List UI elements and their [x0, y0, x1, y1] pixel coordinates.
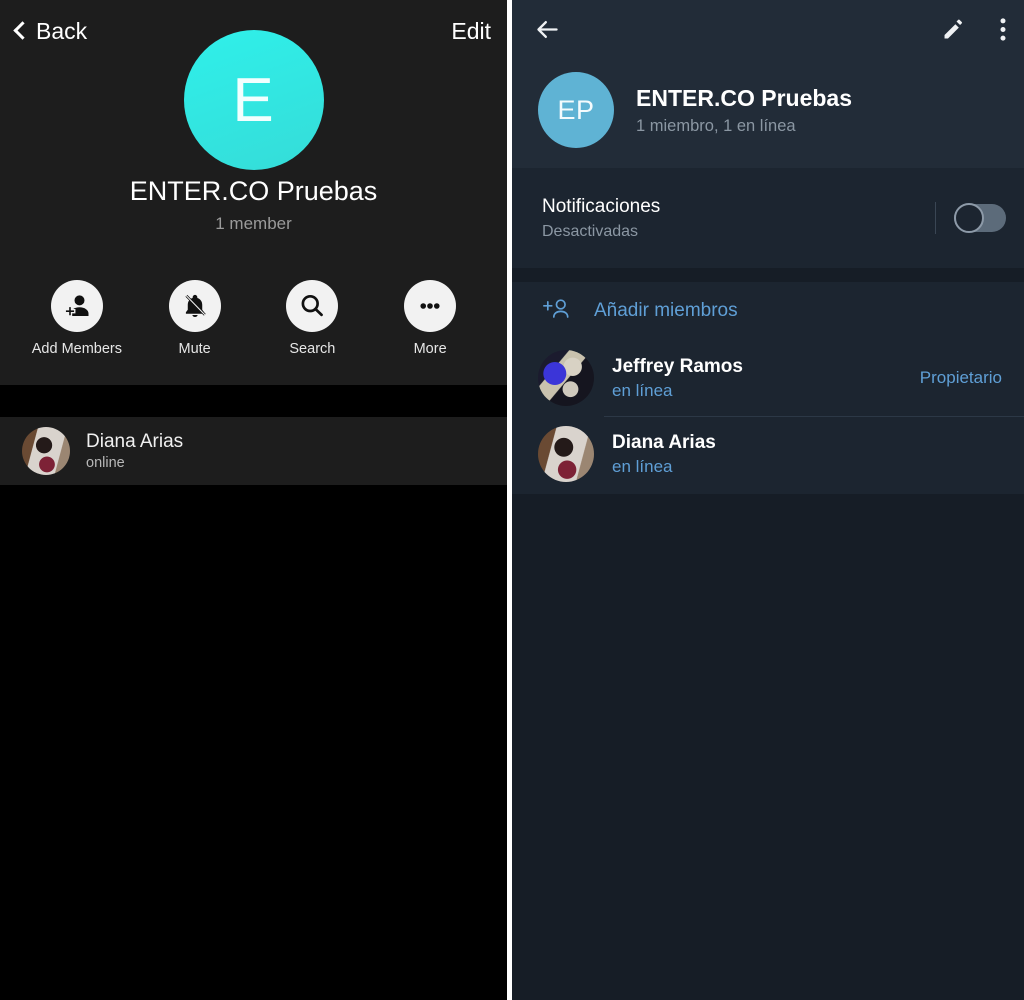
- notifications-row[interactable]: Notificaciones Desactivadas: [512, 168, 1024, 268]
- action-mute-label: Mute: [178, 341, 211, 357]
- left-section-gap: [0, 385, 507, 417]
- arrow-left-icon[interactable]: [534, 16, 561, 43]
- avatar: [22, 427, 70, 475]
- more-vertical-icon[interactable]: [1000, 17, 1006, 42]
- right-panel-group-info: EP ENTER.CO Pruebas 1 miembro, 1 en líne…: [512, 0, 1024, 1000]
- group-member-count: 1 miembro, 1 en línea: [636, 116, 796, 135]
- table-row[interactable]: Diana Arias en línea: [512, 416, 1024, 492]
- add-members-button[interactable]: Añadir miembros: [512, 282, 1024, 340]
- bell-slash-icon: [168, 280, 221, 332]
- ellipsis-icon: [404, 280, 457, 332]
- add-person-icon: [50, 280, 103, 332]
- avatar: [538, 426, 594, 482]
- right-section-gap: [512, 268, 1024, 282]
- member-texts: Jeffrey Ramos en línea: [612, 356, 902, 401]
- right-group-texts: ENTER.CO Pruebas 1 miembro, 1 en línea: [636, 85, 852, 136]
- group-avatar-initials: EP: [557, 94, 595, 125]
- right-topbar: [512, 0, 1024, 58]
- action-mute[interactable]: Mute: [152, 280, 238, 357]
- members-section: Añadir miembros Jeffrey Ramos en línea P…: [512, 282, 1024, 494]
- page-title: ENTER.CO Pruebas: [636, 84, 852, 111]
- notifications-texts: Notificaciones Desactivadas: [512, 196, 660, 241]
- left-action-bar: Add Members Mute Search More: [0, 280, 507, 357]
- action-more-label: More: [413, 341, 447, 357]
- action-search[interactable]: Search: [269, 280, 355, 357]
- notifications-label: Notificaciones: [542, 195, 661, 217]
- member-name: Diana Arias: [612, 431, 716, 453]
- right-topbar-actions: [941, 17, 1006, 42]
- avatar: [538, 350, 594, 406]
- action-add-members-label: Add Members: [31, 341, 123, 357]
- left-hero-section: Back Edit E ENTER.CO Pruebas 1 member Ad…: [0, 0, 507, 385]
- table-row[interactable]: Jeffrey Ramos en línea Propietario: [512, 340, 1024, 416]
- member-status: en línea: [612, 380, 673, 400]
- chevron-left-icon: [13, 21, 32, 40]
- pencil-icon[interactable]: [941, 17, 966, 42]
- group-avatar-initial: E: [232, 65, 275, 135]
- member-texts: Diana Arias en línea: [612, 432, 984, 477]
- edit-button[interactable]: Edit: [451, 18, 491, 45]
- action-search-label: Search: [289, 341, 336, 357]
- notifications-toggle[interactable]: [954, 203, 1006, 233]
- list-item-status: online: [86, 455, 125, 471]
- search-icon: [286, 280, 339, 332]
- right-header: EP ENTER.CO Pruebas 1 miembro, 1 en líne…: [512, 0, 1024, 168]
- left-panel-group-info: Back Edit E ENTER.CO Pruebas 1 member Ad…: [0, 0, 507, 1000]
- list-item[interactable]: Diana Arias online: [0, 417, 507, 485]
- back-button[interactable]: Back: [13, 17, 88, 45]
- status-badge: Propietario: [919, 368, 1002, 387]
- group-title: ENTER.CO Pruebas: [129, 176, 378, 206]
- toggle-knob: [954, 203, 984, 233]
- action-more[interactable]: More: [387, 280, 473, 357]
- list-item-name: Diana Arias: [86, 431, 184, 452]
- list-item-texts: Diana Arias online: [86, 431, 183, 471]
- left-navbar: Back Edit: [0, 0, 507, 62]
- vertical-divider: [934, 202, 936, 234]
- back-button-label: Back: [36, 17, 88, 44]
- group-member-count: 1 member: [215, 214, 292, 233]
- add-person-outline-icon: [542, 297, 572, 326]
- add-members-label: Añadir miembros: [594, 300, 738, 321]
- member-status: en línea: [612, 456, 673, 476]
- notifications-state: Desactivadas: [542, 222, 639, 240]
- member-name: Jeffrey Ramos: [612, 355, 743, 377]
- group-avatar[interactable]: EP: [538, 72, 614, 148]
- action-add-members[interactable]: Add Members: [31, 280, 123, 357]
- screenshot-root: Back Edit E ENTER.CO Pruebas 1 member Ad…: [0, 0, 1024, 1000]
- right-group-summary[interactable]: EP ENTER.CO Pruebas 1 miembro, 1 en líne…: [538, 72, 852, 148]
